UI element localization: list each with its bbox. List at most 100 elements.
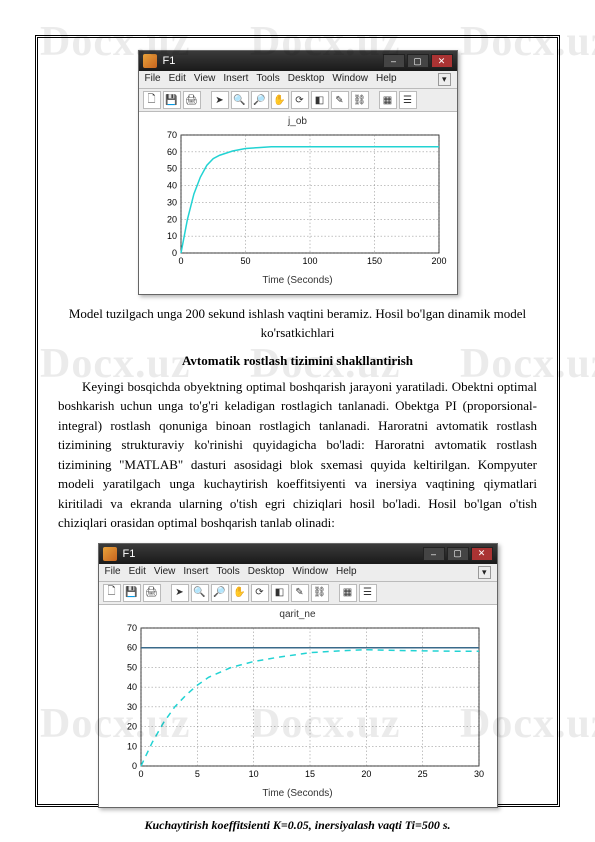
chart-2: 051015202530010203040506070: [109, 622, 487, 782]
matlab-figure-window-1: F1 – ▢ ✕ File Edit View Insert Tools Des…: [138, 50, 458, 295]
zoom-out-icon[interactable]: 🔎: [211, 584, 229, 602]
menu-tools[interactable]: Tools: [256, 73, 279, 86]
menu-help[interactable]: Help: [336, 566, 357, 579]
window-title: F1: [163, 55, 176, 67]
menu-view[interactable]: View: [194, 73, 216, 86]
svg-text:20: 20: [361, 769, 371, 779]
print-icon[interactable]: 🖨: [183, 91, 201, 109]
datacursor-icon[interactable]: ◧: [311, 91, 329, 109]
menu-dock-icon[interactable]: ▾: [438, 73, 451, 86]
svg-text:10: 10: [126, 741, 136, 751]
svg-text:50: 50: [240, 256, 250, 266]
body-paragraph: Keyingi bosqichda obyektning optimal bos…: [58, 377, 537, 533]
figure-caption-2: Kuchaytirish koeffitsienti K=0.05, iners…: [58, 818, 537, 833]
brush-icon[interactable]: ✎: [291, 584, 309, 602]
titlebar[interactable]: F1 – ▢ ✕: [139, 51, 457, 71]
svg-text:20: 20: [166, 214, 176, 224]
plot-title: qarit_ne: [109, 609, 487, 620]
svg-text:40: 40: [166, 181, 176, 191]
colorbar-icon[interactable]: ▦: [339, 584, 357, 602]
page-frame: F1 – ▢ ✕ File Edit View Insert Tools Des…: [35, 35, 560, 807]
svg-text:30: 30: [473, 769, 483, 779]
link-icon[interactable]: ⛓: [311, 584, 329, 602]
zoom-out-icon[interactable]: 🔎: [251, 91, 269, 109]
print-icon[interactable]: 🖨: [143, 584, 161, 602]
svg-text:70: 70: [126, 623, 136, 633]
svg-text:40: 40: [126, 682, 136, 692]
section-heading: Avtomatik rostlash tizimini shakllantiri…: [58, 353, 537, 369]
save-icon[interactable]: 💾: [163, 91, 181, 109]
svg-text:0: 0: [131, 761, 136, 771]
menu-insert[interactable]: Insert: [223, 73, 248, 86]
svg-text:10: 10: [248, 769, 258, 779]
svg-text:60: 60: [126, 642, 136, 652]
pointer-icon[interactable]: ➤: [171, 584, 189, 602]
menu-window[interactable]: Window: [332, 73, 368, 86]
minimize-button[interactable]: –: [423, 547, 445, 561]
menu-file[interactable]: File: [145, 73, 161, 86]
matlab-icon: [103, 547, 117, 561]
svg-text:100: 100: [302, 256, 317, 266]
menu-edit[interactable]: Edit: [129, 566, 146, 579]
svg-text:30: 30: [166, 197, 176, 207]
rotate-icon[interactable]: ⟳: [251, 584, 269, 602]
menubar: File Edit View Insert Tools Desktop Wind…: [99, 564, 497, 582]
rotate-icon[interactable]: ⟳: [291, 91, 309, 109]
menu-dock-icon[interactable]: ▾: [478, 566, 491, 579]
toolbar: 🗋 💾 🖨 ➤ 🔍 🔎 ✋ ⟳ ◧ ✎ ⛓ ▦ ☰: [99, 582, 497, 605]
pan-icon[interactable]: ✋: [231, 584, 249, 602]
menu-tools[interactable]: Tools: [216, 566, 239, 579]
menu-view[interactable]: View: [154, 566, 176, 579]
close-button[interactable]: ✕: [471, 547, 493, 561]
new-icon[interactable]: 🗋: [143, 91, 161, 109]
plot-area: j_ob 050100150200010203040506070 Time (S…: [139, 112, 457, 294]
plot-title: j_ob: [149, 116, 447, 127]
svg-text:200: 200: [431, 256, 446, 266]
chart-1: 050100150200010203040506070: [149, 129, 447, 269]
x-axis-label: Time (Seconds): [109, 788, 487, 799]
maximize-button[interactable]: ▢: [407, 54, 429, 68]
zoom-in-icon[interactable]: 🔍: [191, 584, 209, 602]
svg-text:50: 50: [166, 164, 176, 174]
datacursor-icon[interactable]: ◧: [271, 584, 289, 602]
pan-icon[interactable]: ✋: [271, 91, 289, 109]
svg-text:5: 5: [194, 769, 199, 779]
pointer-icon[interactable]: ➤: [211, 91, 229, 109]
colorbar-icon[interactable]: ▦: [379, 91, 397, 109]
svg-text:10: 10: [166, 231, 176, 241]
link-icon[interactable]: ⛓: [351, 91, 369, 109]
matlab-icon: [143, 54, 157, 68]
maximize-button[interactable]: ▢: [447, 547, 469, 561]
zoom-in-icon[interactable]: 🔍: [231, 91, 249, 109]
close-button[interactable]: ✕: [431, 54, 453, 68]
plot-area: qarit_ne 051015202530010203040506070 Tim…: [99, 605, 497, 807]
menu-window[interactable]: Window: [292, 566, 328, 579]
save-icon[interactable]: 💾: [123, 584, 141, 602]
menu-file[interactable]: File: [105, 566, 121, 579]
menu-insert[interactable]: Insert: [183, 566, 208, 579]
legend-icon[interactable]: ☰: [399, 91, 417, 109]
minimize-button[interactable]: –: [383, 54, 405, 68]
titlebar[interactable]: F1 – ▢ ✕: [99, 544, 497, 564]
window-title: F1: [123, 548, 136, 560]
new-icon[interactable]: 🗋: [103, 584, 121, 602]
svg-text:70: 70: [166, 130, 176, 140]
menu-help[interactable]: Help: [376, 73, 397, 86]
svg-text:150: 150: [366, 256, 381, 266]
brush-icon[interactable]: ✎: [331, 91, 349, 109]
menu-desktop[interactable]: Desktop: [248, 566, 285, 579]
legend-icon[interactable]: ☰: [359, 584, 377, 602]
svg-text:0: 0: [178, 256, 183, 266]
menubar: File Edit View Insert Tools Desktop Wind…: [139, 71, 457, 89]
svg-text:0: 0: [171, 248, 176, 258]
svg-text:25: 25: [417, 769, 427, 779]
x-axis-label: Time (Seconds): [149, 275, 447, 286]
toolbar: 🗋 💾 🖨 ➤ 🔍 🔎 ✋ ⟳ ◧ ✎ ⛓ ▦ ☰: [139, 89, 457, 112]
svg-text:0: 0: [138, 769, 143, 779]
svg-text:20: 20: [126, 721, 136, 731]
matlab-figure-window-2: F1 – ▢ ✕ File Edit View Insert Tools Des…: [98, 543, 498, 808]
figure-caption-1: Model tuzilgach unga 200 sekund ishlash …: [58, 305, 537, 343]
svg-text:30: 30: [126, 702, 136, 712]
menu-edit[interactable]: Edit: [169, 73, 186, 86]
menu-desktop[interactable]: Desktop: [288, 73, 325, 86]
